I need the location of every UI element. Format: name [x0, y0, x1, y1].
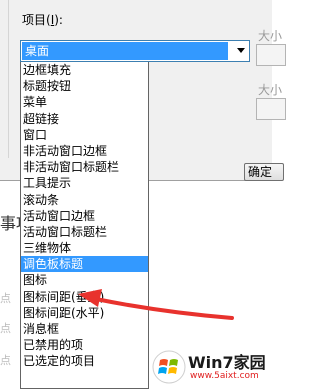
dropdown-item[interactable]: 已禁用的项 — [21, 337, 148, 353]
dropdown-item[interactable]: 活动窗口标题栏 — [21, 224, 148, 240]
dialog-left-edge — [8, 0, 9, 158]
dropdown-item[interactable]: 标题按钮 — [21, 78, 148, 94]
dropdown-item[interactable]: 边框填充 — [21, 62, 148, 78]
dropdown-item[interactable]: 图标间距(垂直) — [21, 289, 148, 305]
watermark-url: www.5aixt.com — [190, 371, 259, 381]
size-field-2[interactable] — [256, 98, 286, 120]
dropdown-item[interactable]: 图标 — [21, 272, 148, 288]
dropdown-item[interactable]: 已选定的项目 — [21, 353, 148, 369]
size-label-2: 大小 — [258, 83, 283, 97]
dropdown-item[interactable]: 三维物体 — [21, 240, 148, 256]
item-combobox[interactable]: 桌面 — [20, 40, 250, 62]
item-dropdown-list[interactable]: 边框填充 标题按钮 菜单 超链接 窗口 非活动窗口边框 非活动窗口标题栏 工具提示 滚动条 活动窗… — [20, 62, 149, 389]
dropdown-item[interactable]: 窗口 — [21, 127, 148, 143]
background-faint-text-3: 点 — [0, 354, 11, 367]
dropdown-item[interactable]: 非活动窗口标题栏 — [21, 159, 148, 175]
dropdown-item[interactable]: 调色板标题 — [21, 256, 148, 273]
dropdown-item[interactable]: 非活动窗口边框 — [21, 143, 148, 159]
dropdown-item[interactable]: 图标间距(水平) — [21, 305, 148, 321]
combobox-value: 桌面 — [22, 42, 228, 60]
item-label-prefix: 项目( — [22, 13, 51, 27]
size-label: 大小 — [258, 29, 283, 43]
background-faint-text-1: 点 — [0, 292, 11, 305]
item-label: 项目(I): — [22, 12, 63, 28]
windows-logo-icon — [152, 350, 186, 384]
background-faint-text-2: 点 — [0, 322, 11, 335]
chevron-down-icon[interactable] — [237, 48, 245, 53]
dropdown-item[interactable]: 工具提示 — [21, 175, 148, 191]
ok-button[interactable]: 确定 — [244, 163, 284, 181]
watermark: Win7家园 www.5aixt.com — [150, 348, 272, 389]
dropdown-item[interactable]: 消息框 — [21, 321, 148, 337]
dropdown-item[interactable]: 滚动条 — [21, 192, 148, 208]
size-field[interactable] — [256, 44, 286, 66]
dropdown-item[interactable]: 活动窗口边框 — [21, 208, 148, 224]
dropdown-item[interactable]: 超链接 — [21, 111, 148, 127]
item-label-suffix: ): — [54, 13, 63, 27]
watermark-title: Win7家园 — [188, 353, 266, 372]
dropdown-item[interactable]: 菜单 — [21, 94, 148, 110]
